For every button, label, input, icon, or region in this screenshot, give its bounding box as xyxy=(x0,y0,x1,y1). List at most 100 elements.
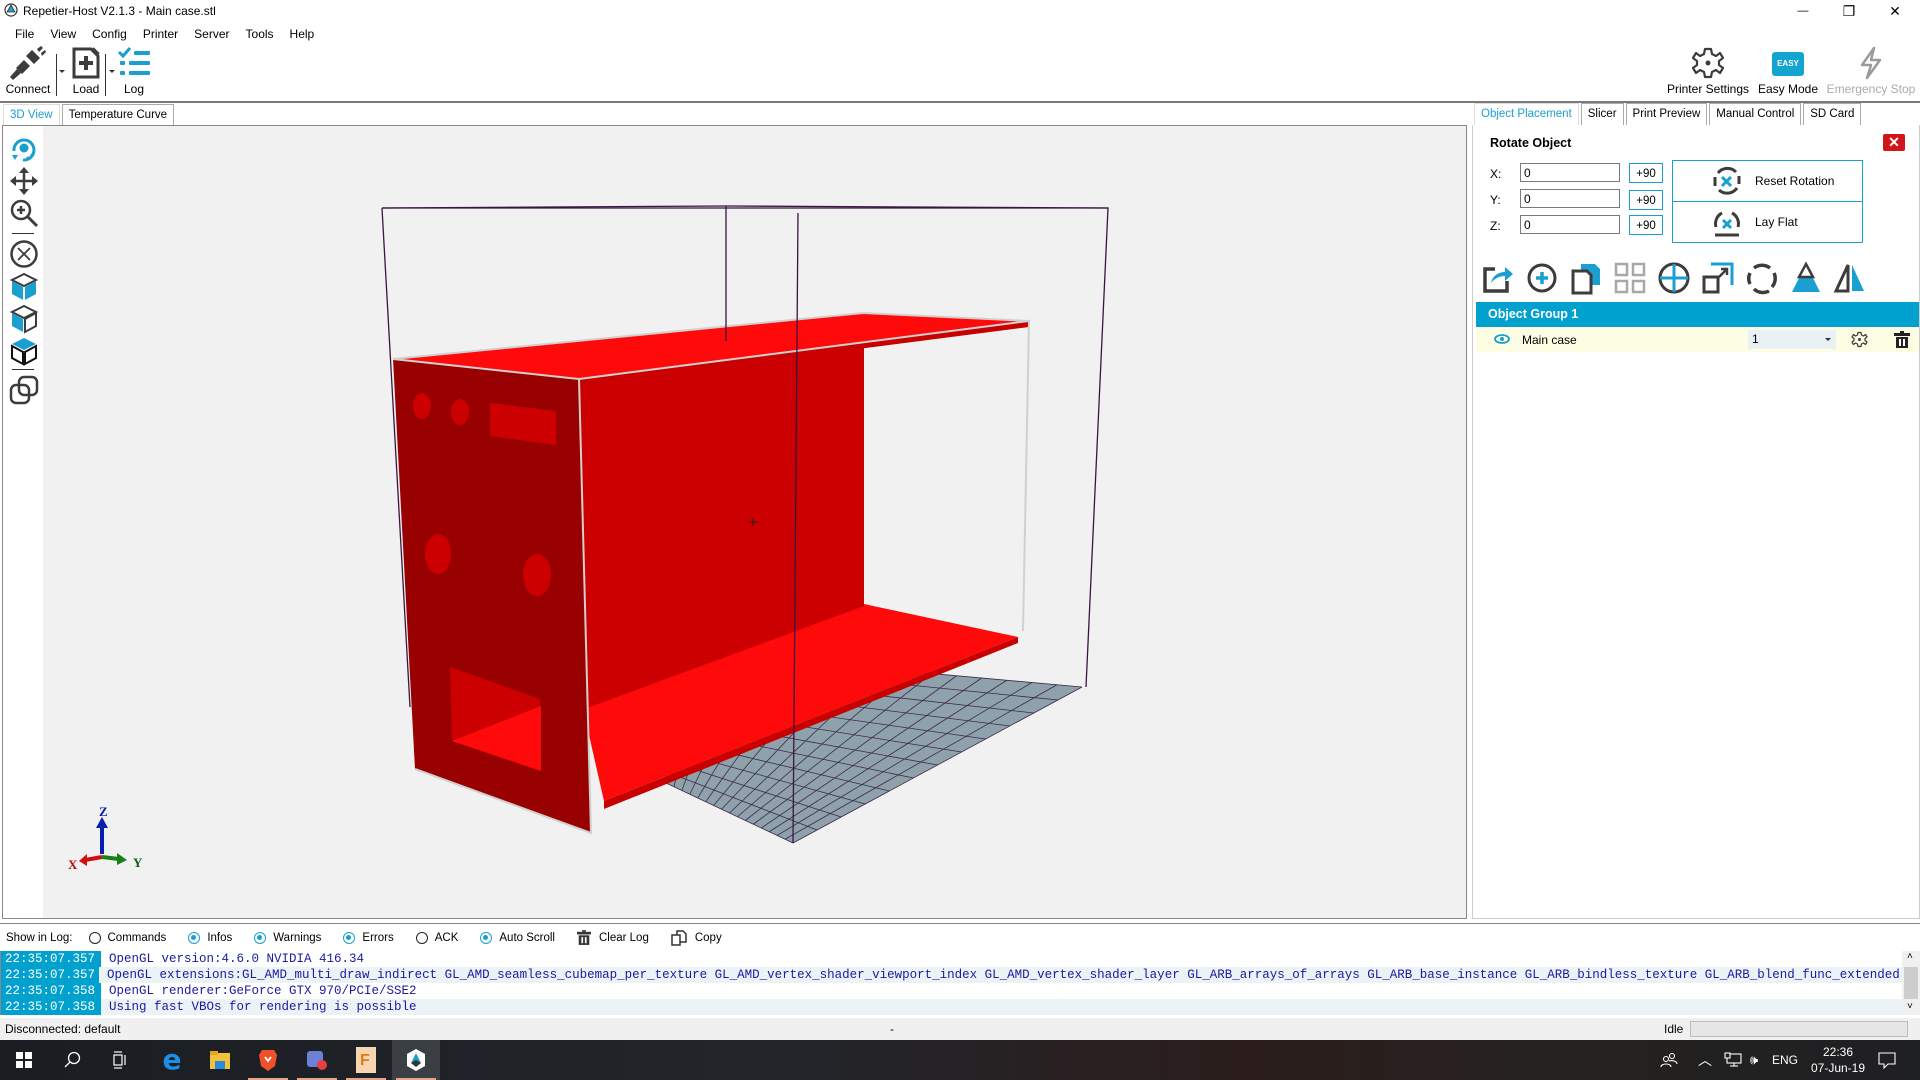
tab-temperature-curve[interactable]: Temperature Curve xyxy=(61,104,175,126)
tab-print-preview[interactable]: Print Preview xyxy=(1625,103,1708,125)
rotate-x-plus90-button[interactable]: +90 xyxy=(1629,163,1663,183)
ack-radio[interactable] xyxy=(415,931,428,944)
rotate-x-input[interactable] xyxy=(1520,163,1620,182)
action-center-icon[interactable] xyxy=(1878,1040,1896,1080)
copy-log-button[interactable]: Copy xyxy=(671,929,722,946)
log-option-warnings[interactable]: Warnings xyxy=(254,931,321,944)
log-message: OpenGL extensions:GL_AMD_multi_draw_indi… xyxy=(107,968,1903,982)
close-rotate-button[interactable]: ✕ xyxy=(1883,134,1905,151)
menu-tools[interactable]: Tools xyxy=(238,25,282,43)
start-button[interactable] xyxy=(0,1040,48,1080)
menu-config[interactable]: Config xyxy=(84,25,135,43)
top-view-cube-icon[interactable] xyxy=(9,336,39,366)
taskbar-repetier-host[interactable] xyxy=(392,1040,440,1080)
printer-state: Idle xyxy=(1664,1022,1684,1036)
center-object-icon[interactable] xyxy=(1657,261,1691,295)
taskbar-brave[interactable] xyxy=(244,1040,292,1080)
tab-sd-card[interactable]: SD Card xyxy=(1803,103,1862,125)
errors-radio[interactable] xyxy=(343,931,356,944)
log-output[interactable]: 22:35:07.357 OpenGL version:4.6.0 NVIDIA … xyxy=(0,951,1903,1015)
printer-settings-button[interactable]: Printer Settings xyxy=(1666,46,1750,100)
close-window-button[interactable]: ✕ xyxy=(1872,0,1918,22)
taskbar-discord[interactable] xyxy=(293,1040,341,1080)
tab-object-placement[interactable]: Object Placement xyxy=(1474,103,1579,125)
commands-radio[interactable] xyxy=(88,931,101,944)
task-view-button[interactable] xyxy=(96,1040,144,1080)
log-option-ack[interactable]: ACK xyxy=(415,931,458,944)
scroll-down-icon[interactable]: ˅ xyxy=(1907,1001,1913,1012)
object-copies-select[interactable]: 1 xyxy=(1748,330,1836,349)
easy-mode-button[interactable]: EASY Easy Mode xyxy=(1754,46,1822,100)
volume-icon[interactable]: 🕪 xyxy=(1750,1040,1758,1080)
taskbar-file-explorer[interactable] xyxy=(196,1040,244,1080)
menu-view[interactable]: View xyxy=(42,25,84,43)
object-settings-gear-icon[interactable] xyxy=(1851,331,1868,348)
rotate-z-plus90-button[interactable]: +90 xyxy=(1629,215,1663,235)
network-icon[interactable] xyxy=(1724,1040,1742,1080)
connect-dropdown-caret[interactable] xyxy=(59,70,65,73)
rotate-view-icon[interactable] xyxy=(9,134,39,164)
mirror-object-icon[interactable] xyxy=(1833,261,1867,295)
taskbar-edge[interactable]: e xyxy=(148,1040,196,1080)
minimize-button[interactable]: — xyxy=(1780,0,1826,22)
infos-radio[interactable] xyxy=(188,931,201,944)
load-dropdown-caret[interactable] xyxy=(109,70,115,73)
menu-server[interactable]: Server xyxy=(186,25,237,43)
move-view-icon[interactable] xyxy=(9,166,39,196)
delete-trash-icon[interactable] xyxy=(1894,331,1910,348)
export-object-icon[interactable] xyxy=(1481,261,1515,295)
taskbar-fusion-360[interactable]: F xyxy=(342,1040,390,1080)
3d-viewport[interactable]: Z X Y xyxy=(2,125,1467,919)
front-view-cube-icon[interactable] xyxy=(9,272,39,302)
menu-help[interactable]: Help xyxy=(282,25,323,43)
scrollbar-thumb[interactable] xyxy=(1904,967,1918,999)
load-button[interactable]: Load xyxy=(66,46,106,100)
menu-printer[interactable]: Printer xyxy=(135,25,186,43)
rotate-y-input[interactable] xyxy=(1520,189,1620,208)
cut-object-icon[interactable] xyxy=(1789,261,1823,295)
rotate-y-plus90-button[interactable]: +90 xyxy=(1629,190,1663,210)
autoposition-icon[interactable] xyxy=(1613,261,1647,295)
menu-file[interactable]: File xyxy=(0,25,42,43)
toggle-objects-icon[interactable] xyxy=(9,375,39,405)
people-icon[interactable] xyxy=(1660,1040,1678,1080)
log-option-errors[interactable]: Errors xyxy=(343,931,394,944)
eye-visibility-icon[interactable] xyxy=(1494,334,1510,344)
restore-icon: ❐ xyxy=(1842,2,1856,19)
log-option-commands[interactable]: Commands xyxy=(88,931,166,944)
clear-log-button[interactable]: Clear Log xyxy=(576,930,649,945)
auto-scroll-radio[interactable] xyxy=(480,931,493,944)
object-list-item[interactable]: Main case 1 xyxy=(1476,327,1919,352)
lay-flat-button[interactable]: Lay Flat xyxy=(1672,201,1863,243)
tab-manual-control[interactable]: Manual Control xyxy=(1709,103,1802,125)
scale-object-icon[interactable] xyxy=(1701,261,1735,295)
log-timestamp: 22:35:07.358 xyxy=(1,999,101,1015)
scroll-up-icon[interactable]: ˄ xyxy=(1907,951,1913,962)
log-option-infos[interactable]: Infos xyxy=(188,931,232,944)
fit-view-icon[interactable] xyxy=(9,239,39,269)
log-scrollbar[interactable]: ˄ ˅ xyxy=(1902,951,1920,1015)
rotate-object-icon[interactable] xyxy=(1745,261,1779,295)
maximize-button[interactable]: ❐ xyxy=(1826,0,1872,22)
copy-objects-icon[interactable] xyxy=(1569,261,1603,295)
warnings-radio[interactable] xyxy=(254,931,267,944)
reset-rotation-button[interactable]: Reset Rotation xyxy=(1672,160,1863,202)
zoom-view-icon[interactable] xyxy=(9,198,39,228)
trash-icon xyxy=(576,930,591,945)
language-indicator[interactable]: ENG xyxy=(1772,1040,1798,1080)
connect-button[interactable]: Connect xyxy=(4,46,52,100)
log-option-auto-scroll[interactable]: Auto Scroll xyxy=(480,931,555,944)
emergency-stop-button[interactable]: Emergency Stop xyxy=(1826,46,1916,100)
tab-slicer[interactable]: Slicer xyxy=(1580,103,1624,125)
side-view-cube-icon[interactable] xyxy=(9,304,39,334)
clock[interactable]: 22:36 07-Jun-19 xyxy=(1808,1040,1868,1080)
rotate-z-input[interactable] xyxy=(1520,215,1620,234)
add-object-icon[interactable] xyxy=(1525,261,1559,295)
show-hidden-icons-chevron-icon[interactable]: ︿ xyxy=(1698,1040,1712,1080)
windows-taskbar: e F ︿ 🕪 ENG 22:36 07-Jun-19 xyxy=(0,1040,1920,1080)
log-button[interactable]: Log xyxy=(116,46,152,100)
tab-3d-view[interactable]: 3D View xyxy=(3,104,60,126)
taskbar-search-button[interactable] xyxy=(48,1040,96,1080)
object-group-header[interactable]: Object Group 1 xyxy=(1476,302,1919,327)
3d-scene[interactable]: Z X Y xyxy=(3,126,1467,919)
